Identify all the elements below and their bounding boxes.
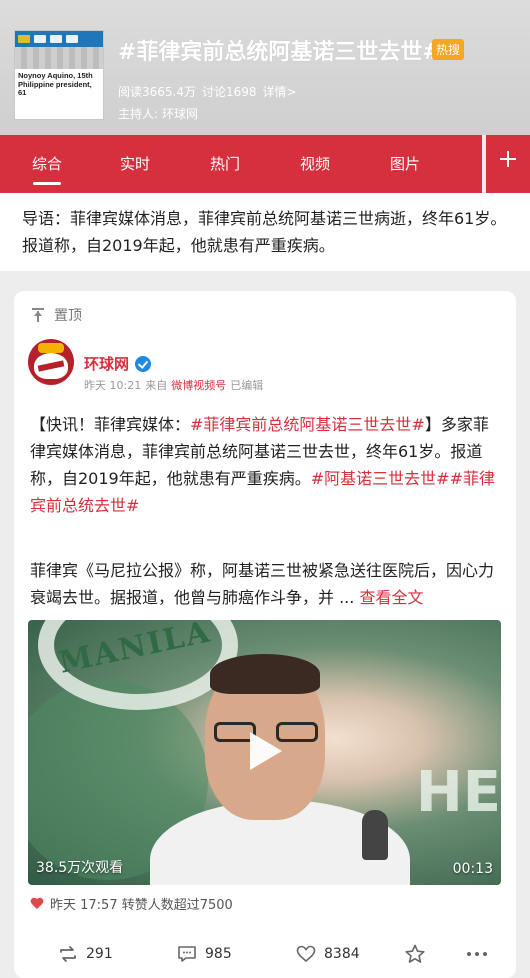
repost-icon <box>60 946 76 962</box>
verified-icon <box>135 355 152 372</box>
topic-stats: 阅读3665.4万 讨论1698 详情> <box>118 83 297 100</box>
play-icon[interactable] <box>250 732 282 770</box>
details-link[interactable]: 详情> <box>263 83 297 100</box>
tab-bar: 综合 实时 热门 视频 图片 <box>0 135 530 193</box>
more-options-button[interactable] <box>466 936 488 972</box>
likes-summary: 昨天 17:57 转赞人数超过7500 <box>30 894 233 913</box>
tab-all[interactable]: 综合 <box>12 135 82 193</box>
comment-button[interactable]: 985 <box>177 936 232 972</box>
heart-icon <box>30 898 44 910</box>
video-duration: 00:13 <box>452 861 493 877</box>
like-heart-icon <box>296 945 316 963</box>
pinned-indicator: 置顶 <box>32 305 82 325</box>
more-icon <box>467 952 487 956</box>
avatar[interactable] <box>28 339 74 385</box>
tab-realtime[interactable]: 实时 <box>102 135 168 193</box>
likes-summary-text: 昨天 17:57 转赞人数超过7500 <box>50 898 233 913</box>
tab-hot[interactable]: 热门 <box>192 135 258 193</box>
background-sign-text-2: HE <box>415 760 501 825</box>
post-text-excerpt: 菲律宾《马尼拉公报》称，阿基诺三世被紧急送往医院后，因心力衰竭去世。据报道，他曾… <box>30 561 495 607</box>
hashtag-link[interactable]: #阿基诺三世去世# <box>311 469 450 488</box>
pinned-label: 置顶 <box>54 308 82 324</box>
hot-badge: 热搜 <box>432 39 465 60</box>
topic-header: Noynoy Aquino, 15th Philippine president… <box>0 0 530 135</box>
post-text: 【快讯！菲律宾媒体：#菲律宾前总统阿基诺三世去世#】多家菲律宾媒体消息，菲律宾前… <box>30 411 504 519</box>
video-speaker <box>150 654 410 885</box>
post-meta: 昨天 10:21 来自 微博视频号 已编辑 <box>84 377 263 393</box>
video-player[interactable]: MANILA HE 38.5万次观看 00:13 <box>28 620 501 885</box>
topic-thumbnail[interactable]: Noynoy Aquino, 15th Philippine president… <box>14 30 104 120</box>
tab-images[interactable]: 图片 <box>372 135 438 193</box>
edited-label: 已编辑 <box>230 379 264 392</box>
video-view-count: 38.5万次观看 <box>36 860 124 876</box>
topic-host: 主持人: 环球网 <box>118 105 198 122</box>
repost-button[interactable]: 291 <box>58 936 113 972</box>
post-source[interactable]: 微博视频号 <box>171 377 226 393</box>
repost-count: 291 <box>86 946 113 962</box>
post-card: 置顶 环球网 昨天 10:21 来自 微博视频号 已编辑 【快讯！菲律宾媒体：#… <box>14 291 516 978</box>
topic-title: #菲律宾前总统阿基诺三世去世# <box>118 40 441 65</box>
post-text-prefix: 【快讯！菲律宾媒体： <box>30 415 191 434</box>
star-icon <box>405 944 425 963</box>
read-count: 阅读3665.4万 <box>118 85 196 99</box>
thumbnail-meta <box>15 98 103 104</box>
pin-icon <box>32 308 44 322</box>
like-count: 8384 <box>324 946 360 962</box>
comment-count: 985 <box>205 946 232 962</box>
add-tab-icon[interactable] <box>494 145 522 173</box>
author-name[interactable]: 环球网 <box>84 353 129 374</box>
read-more-link[interactable]: 查看全文 <box>359 588 423 607</box>
tab-video[interactable]: 视频 <box>282 135 348 193</box>
like-button[interactable]: 8384 <box>296 936 360 972</box>
topic-intro: 导语：菲律宾媒体消息，菲律宾前总统阿基诺三世病逝，终年61岁。报道称，自2019… <box>0 193 530 271</box>
post-text-continued: 菲律宾《马尼拉公报》称，阿基诺三世被紧急送往医院后，因心力衰竭去世。据报道，他曾… <box>30 557 504 611</box>
author-name-row: 环球网 <box>84 353 152 374</box>
action-bar: 291 985 8384 <box>14 936 516 972</box>
host-name[interactable]: 环球网 <box>162 105 198 122</box>
thumbnail-nav <box>15 31 103 47</box>
host-label: 主持人: <box>118 107 159 121</box>
thumbnail-caption: Noynoy Aquino, 15th Philippine president… <box>18 71 93 98</box>
from-label: 来自 <box>145 379 168 392</box>
hashtag-link[interactable]: #菲律宾前总统阿基诺三世去世# <box>190 415 425 434</box>
comment-icon <box>178 946 196 962</box>
discussion-count: 讨论1698 <box>202 85 257 99</box>
post-time: 昨天 10:21 <box>84 379 142 392</box>
thumbnail-image <box>15 47 103 69</box>
favorite-button[interactable] <box>404 936 426 972</box>
tab-divider <box>482 135 486 193</box>
